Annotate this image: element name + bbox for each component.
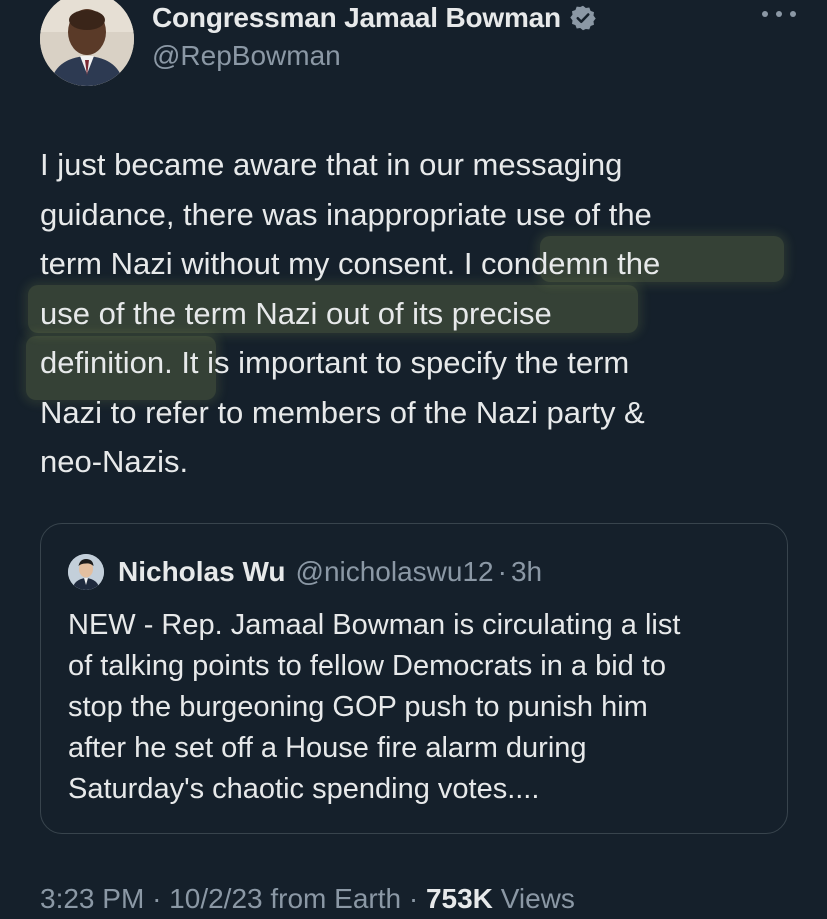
quoted-line: NEW - Rep. Jamaal Bowman is circulating …: [68, 609, 681, 641]
more-options-icon[interactable]: [758, 2, 800, 26]
author-avatar[interactable]: [40, 0, 134, 86]
author-handle[interactable]: @RepBowman: [152, 40, 341, 72]
quoted-author-avatar[interactable]: [68, 554, 104, 590]
more-dot: [776, 11, 782, 17]
more-dot: [762, 11, 768, 17]
quoted-line: of talking points to fellow Democrats in…: [68, 650, 667, 682]
separator-dot: ·: [408, 883, 419, 914]
quoted-tweet-text: NEW - Rep. Jamaal Bowman is circulating …: [68, 605, 768, 810]
verified-badge-icon: [569, 4, 597, 32]
views-count: 753K: [425, 883, 493, 914]
tweet-line: guidance, there was inappropriate use of…: [40, 196, 652, 232]
separator-dot: ·: [497, 556, 507, 587]
tweet-line: term Nazi without my consent. I condemn …: [40, 246, 661, 281]
more-dot: [790, 11, 796, 17]
tweet-line: Nazi to refer to members of the Nazi par…: [40, 394, 645, 430]
quoted-line: Saturday's chaotic spending votes....: [68, 773, 540, 805]
tweet-source: from Earth: [270, 883, 402, 914]
quoted-author-handle[interactable]: @nicholaswu12: [296, 556, 494, 588]
quoted-line: after he set off a House fire alarm duri…: [68, 732, 587, 764]
tweet-text: I just became aware that in our messagin…: [26, 140, 800, 487]
tweet-header: Congressman Jamaal Bowman @RepBowman: [40, 0, 800, 90]
tweet-timestamp[interactable]: 3:23 PM: [40, 883, 144, 914]
quoted-tweet-header: Nicholas Wu @nicholaswu12 · 3h: [68, 554, 542, 590]
tweet-line: use of the term Nazi out of its precise: [40, 295, 552, 331]
quoted-tweet-time[interactable]: 3h: [511, 556, 542, 588]
quoted-line: stop the burgeoning GOP push to punish h…: [68, 691, 648, 723]
quoted-tweet-card[interactable]: Nicholas Wu @nicholaswu12 · 3h NEW - Rep…: [40, 523, 788, 834]
author-display-name[interactable]: Congressman Jamaal Bowman: [152, 2, 561, 34]
tweet-line: I just became aware that in our messagin…: [40, 147, 623, 182]
quoted-author-name[interactable]: Nicholas Wu: [118, 556, 286, 588]
tweet-metadata: 3:23 PM · 10/2/23 from Earth · 753K View…: [40, 883, 575, 915]
tweet-line: neo-Nazis.: [40, 444, 189, 479]
tweet-date[interactable]: 10/2/23: [169, 883, 262, 914]
tweet-line: definition. It is important to specify t…: [40, 345, 630, 380]
author-name-row: Congressman Jamaal Bowman: [152, 0, 597, 36]
separator-dot: ·: [152, 883, 162, 914]
views-label: Views: [500, 883, 575, 914]
